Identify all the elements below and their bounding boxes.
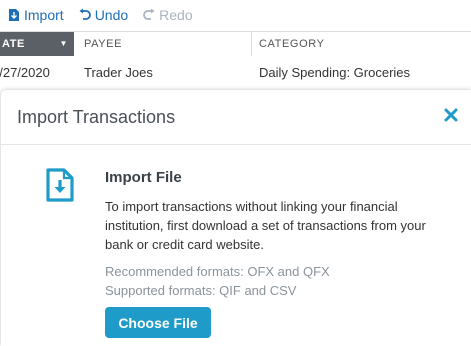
file-download-icon [45, 168, 75, 202]
table-row[interactable]: 1/27/2020 Trader Joes Daily Spending: Gr… [0, 56, 471, 90]
sort-down-icon: ▼ [59, 39, 68, 48]
import-icon [7, 8, 21, 22]
redo-icon [142, 8, 156, 22]
column-header-date[interactable]: ATE ▼ [0, 32, 74, 56]
redo-button[interactable]: Redo [142, 7, 193, 23]
import-label: Import [24, 7, 64, 23]
supported-formats: Supported formats: QIF and CSV [105, 283, 297, 298]
row-category: Daily Spending: Groceries [259, 65, 411, 80]
row-payee: Trader Joes [84, 65, 153, 80]
redo-label: Redo [159, 7, 193, 23]
import-button[interactable]: Import [7, 7, 64, 23]
panel-header: Import Transactions [1, 90, 471, 145]
undo-label: Undo [94, 7, 129, 23]
panel-title: Import Transactions [17, 107, 176, 127]
import-file-heading: Import File [105, 169, 182, 186]
import-description: To import transactions without linking y… [105, 199, 426, 252]
choose-file-button[interactable]: Choose File [105, 307, 211, 338]
undo-icon [78, 8, 92, 22]
formats-info: Recommended formats: OFX and QFX Support… [105, 262, 330, 300]
row-date: 1/27/2020 [0, 65, 50, 80]
recommended-formats: Recommended formats: OFX and QFX [105, 264, 330, 279]
undo-button[interactable]: Undo [78, 7, 128, 23]
column-header-payee[interactable]: PAYEE [84, 32, 122, 56]
table-header: ATE ▼ PAYEE CATEGORY [0, 31, 471, 57]
column-header-category[interactable]: CATEGORY [259, 32, 325, 56]
column-divider[interactable] [251, 32, 252, 56]
toolbar: Import Undo Redo [0, 0, 471, 30]
import-transactions-panel: Import Transactions Import File To impor… [1, 90, 471, 346]
close-icon[interactable] [442, 106, 460, 124]
